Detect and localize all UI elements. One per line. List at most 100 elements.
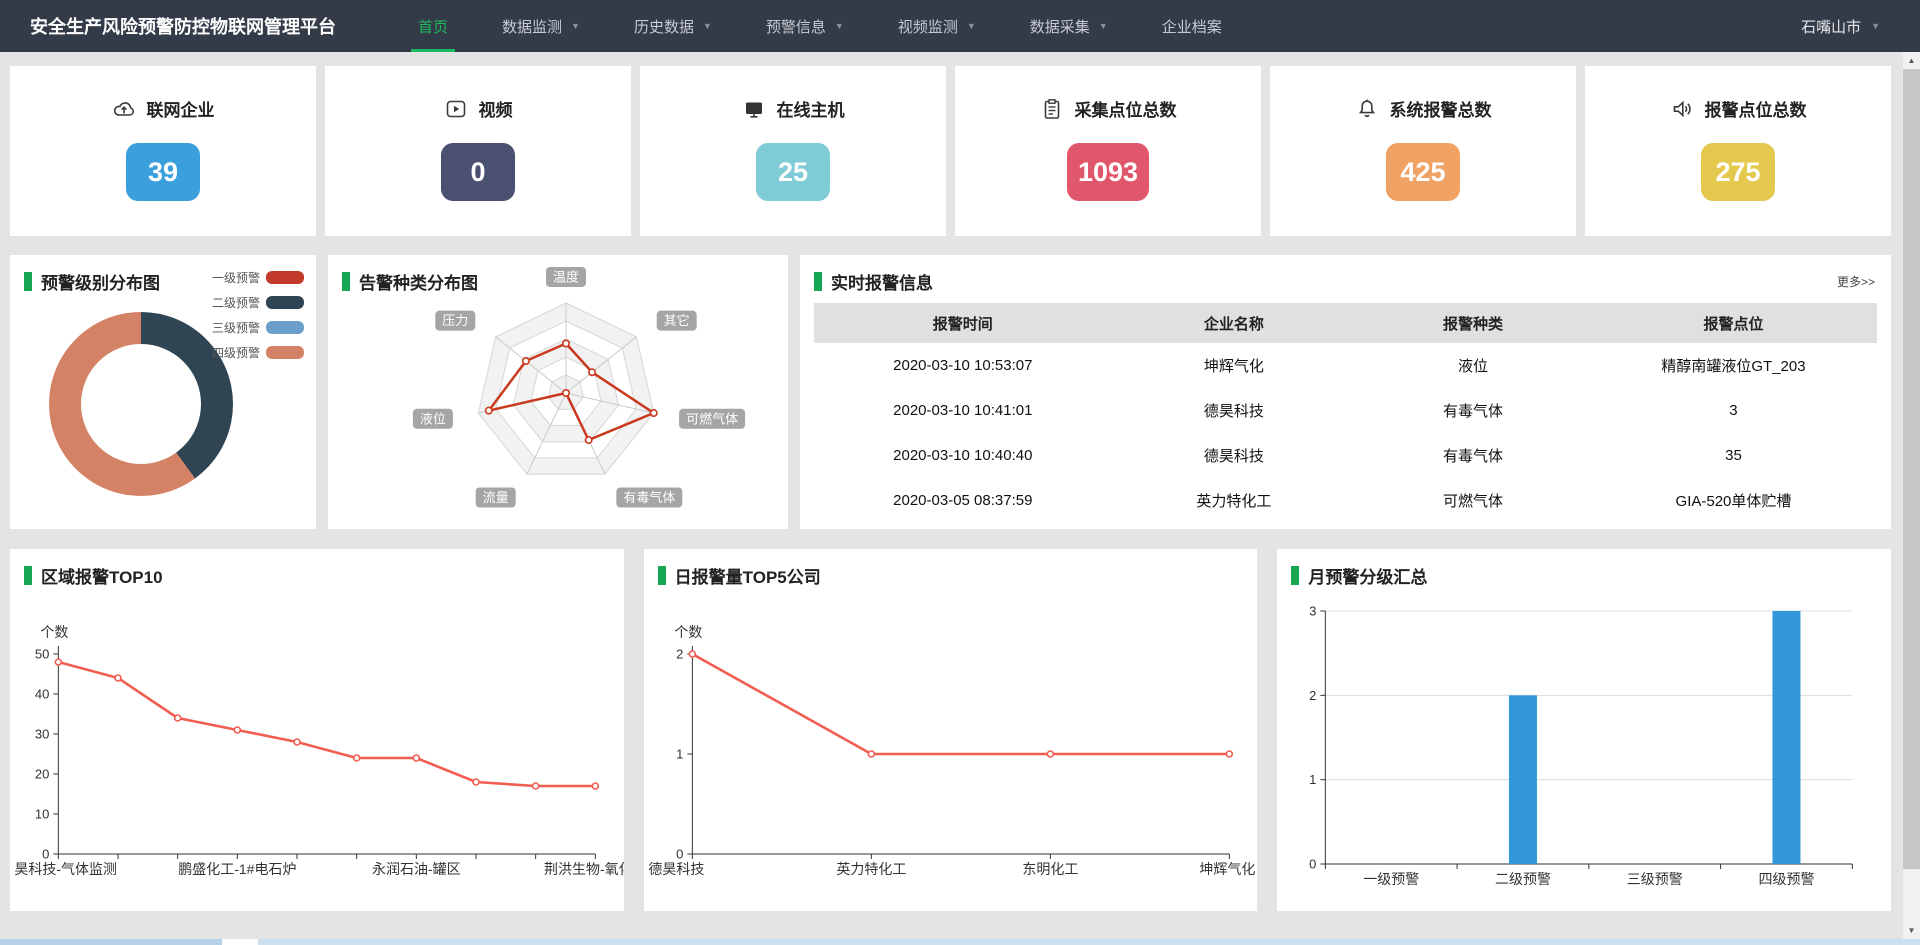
panel-title-text: 实时报警信息 (831, 269, 933, 294)
dashboard-page: 安全生产风险预警防控物联网管理平台 首页数据监测▼历史数据▼预警信息▼视频监测▼… (0, 0, 1920, 945)
stat-card-label: 在线主机 (777, 96, 845, 121)
svg-text:东明化工: 东明化工 (1022, 861, 1078, 877)
menu-item-3[interactable]: 预警信息▼ (739, 0, 871, 52)
vertical-scrollbar[interactable]: ▲ ▼ (1903, 52, 1920, 939)
radar-axis-label: 压力 (435, 311, 475, 331)
legend-item-0[interactable]: 一级预警 (212, 269, 304, 286)
chevron-down-icon: ▼ (703, 21, 712, 31)
legend-label: 四级预警 (212, 344, 260, 361)
alarm-table-column-header: 企业名称 (1112, 313, 1356, 334)
more-link[interactable]: 更多>> (1837, 273, 1875, 290)
panel-daily-top5: 日报警量TOP5公司 个数012德昊科技英力特化工东明化工坤辉气化 (644, 549, 1258, 911)
menu-item-label: 首页 (418, 16, 448, 37)
svg-text:英力特化工: 英力特化工 (836, 861, 906, 877)
table-cell: 德昊科技 (1112, 445, 1356, 466)
stat-card-title: 联网企业 (112, 96, 215, 121)
menu-item-label: 预警信息 (766, 16, 826, 37)
panel-title: 区域报警TOP10 (24, 563, 163, 588)
legend-label: 三级预警 (212, 319, 260, 336)
svg-text:50: 50 (35, 647, 49, 662)
region-selector[interactable]: 石嘴山市 ▼ (1801, 16, 1880, 37)
stat-card-label: 采集点位总数 (1075, 96, 1177, 121)
alarm-type-radar-chart: 温度其它可燃气体有毒气体流量液位压力 (328, 255, 788, 529)
svg-text:1: 1 (676, 747, 683, 762)
vertical-scrollbar-thumb[interactable] (1903, 69, 1920, 869)
svg-text:压力: 压力 (442, 313, 468, 328)
table-cell: 英力特化工 (1112, 490, 1356, 511)
svg-text:永润石油-罐区: 永润石油-罐区 (372, 861, 461, 877)
svg-text:2: 2 (1309, 688, 1316, 703)
legend-swatch (266, 271, 304, 284)
table-cell: 2020-03-10 10:53:07 (814, 357, 1112, 374)
horizontal-scrollbar[interactable] (0, 939, 1920, 945)
scroll-up-button[interactable]: ▲ (1903, 52, 1920, 69)
svg-text:德昊科技: 德昊科技 (648, 861, 704, 877)
horizontal-scrollbar-thumb[interactable] (0, 939, 222, 945)
stat-card-title: 视频 (444, 96, 513, 121)
menu-item-label: 企业档案 (1162, 16, 1222, 37)
panel-title: 预警级别分布图 (24, 269, 160, 294)
svg-text:荆洪生物-氧化反: 荆洪生物-氧化反 (544, 861, 624, 877)
stat-card-title: 在线主机 (742, 96, 845, 121)
legend-swatch (266, 346, 304, 359)
panel-title-text: 月预警分级汇总 (1308, 563, 1427, 588)
region-label: 石嘴山市 (1801, 16, 1861, 37)
table-cell: 有毒气体 (1356, 400, 1590, 421)
menu-item-1[interactable]: 数据监测▼ (475, 0, 607, 52)
menu-item-0[interactable]: 首页 (391, 0, 475, 52)
panel-title-text: 告警种类分布图 (359, 269, 478, 294)
stat-card-value-badge: 0 (441, 143, 515, 201)
svg-text:20: 20 (35, 767, 49, 782)
realtime-alarm-table: 报警时间企业名称报警种类报警点位2020-03-10 10:53:07坤辉气化液… (814, 303, 1877, 523)
chevron-down-icon: ▼ (1099, 21, 1108, 31)
menu-item-2[interactable]: 历史数据▼ (607, 0, 739, 52)
stat-card-4: 系统报警总数425 (1270, 66, 1576, 236)
table-cell: GIA-520单体贮槽 (1590, 490, 1877, 511)
stat-card-label: 系统报警总数 (1390, 96, 1492, 121)
panel-warning-level-donut: 预警级别分布图 一级预警二级预警三级预警四级预警 (10, 255, 316, 529)
green-accent-bar (658, 566, 666, 585)
legend-item-2[interactable]: 三级预警 (212, 319, 304, 336)
stat-card-value-badge: 275 (1701, 143, 1775, 201)
stat-card-value-badge: 1093 (1067, 143, 1149, 201)
green-accent-bar (24, 272, 32, 291)
stat-cards-row: 联网企业39视频0在线主机25采集点位总数1093系统报警总数425报警点位总数… (10, 66, 1891, 236)
green-accent-bar (24, 566, 32, 585)
stat-card-title: 采集点位总数 (1040, 96, 1177, 121)
svg-text:二级预警: 二级预警 (1495, 871, 1551, 887)
menu-item-4[interactable]: 视频监测▼ (871, 0, 1003, 52)
stat-card-3: 采集点位总数 1093 (955, 66, 1261, 236)
legend-label: 二级预警 (212, 294, 260, 311)
legend-item-3[interactable]: 四级预警 (212, 344, 304, 361)
table-cell: 35 (1590, 447, 1877, 464)
chevron-down-icon: ▼ (1871, 21, 1880, 31)
stat-card-label: 联网企业 (147, 96, 215, 121)
table-row: 2020-03-10 10:41:01德昊科技有毒气体3 (814, 388, 1877, 433)
panel-title: 日报警量TOP5公司 (658, 563, 821, 588)
table-cell: 坤辉气化 (1112, 355, 1356, 376)
svg-text:10: 10 (35, 807, 49, 822)
table-cell: 德昊科技 (1112, 400, 1356, 421)
monitor-icon (742, 97, 766, 121)
radar-axis-label: 流量 (476, 488, 516, 508)
svg-text:个数: 个数 (40, 624, 68, 640)
table-row: 2020-03-10 10:40:40德昊科技有毒气体35 (814, 433, 1877, 478)
menu-item-5[interactable]: 数据采集▼ (1003, 0, 1135, 52)
svg-text:坤辉气化: 坤辉气化 (1199, 861, 1255, 877)
legend-item-1[interactable]: 二级预警 (212, 294, 304, 311)
alarm-table-header: 报警时间企业名称报警种类报警点位 (814, 303, 1877, 343)
radar-axis-label: 温度 (546, 267, 586, 287)
menu-item-6[interactable]: 企业档案 (1135, 0, 1249, 52)
stat-card-title: 报警点位总数 (1670, 96, 1807, 121)
stat-card-label: 报警点位总数 (1705, 96, 1807, 121)
svg-text:其它: 其它 (664, 313, 690, 328)
chevron-down-icon: ▼ (571, 21, 580, 31)
scroll-down-button[interactable]: ▼ (1903, 922, 1920, 939)
svg-text:0: 0 (676, 847, 683, 862)
table-row: 2020-03-10 10:53:07坤辉气化液位精醇南罐液位GT_203 (814, 343, 1877, 388)
radar-axis-label: 可燃气体 (679, 409, 745, 429)
svg-text:流量: 流量 (483, 490, 509, 505)
svg-text:2: 2 (676, 647, 683, 662)
cloud-upload-icon (112, 97, 136, 121)
stat-card-value-badge: 25 (756, 143, 830, 201)
